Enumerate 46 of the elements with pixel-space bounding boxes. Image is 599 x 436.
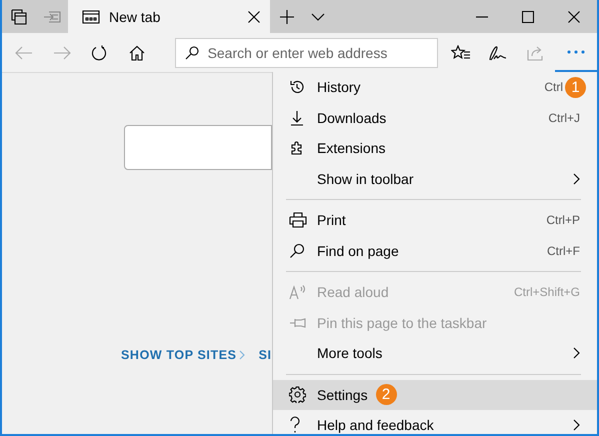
menu-item[interactable]: Help and feedback	[273, 410, 597, 436]
printer-icon	[289, 212, 307, 228]
tab-page-icon	[82, 10, 100, 24]
minimize-icon[interactable]	[476, 16, 488, 18]
menu-item[interactable]: Show in toolbar	[273, 164, 597, 194]
menu-item[interactable]: Downloads Ctrl+J	[273, 102, 597, 133]
close-icon[interactable]	[568, 10, 580, 22]
menu-item[interactable]: Settings 2	[273, 380, 597, 410]
page-link[interactable]: SHOW TOP SITES	[121, 348, 245, 362]
step-badge: 1	[565, 76, 586, 98]
read-aloud-icon	[289, 284, 307, 300]
shortcut-label: Ctrl+P	[546, 213, 580, 228]
settings-icon	[289, 386, 306, 404]
shortcut-label: Ctrl+Shift+G	[514, 285, 580, 300]
pen-icon[interactable]	[488, 44, 508, 60]
chevron-right-icon	[573, 172, 580, 185]
maximize-icon[interactable]	[522, 10, 534, 22]
shortcut-label: Ctrl	[544, 80, 563, 94]
address-field[interactable]: Search or enter web address	[174, 38, 438, 68]
chevron-right-icon	[573, 347, 580, 360]
pin-icon	[289, 316, 307, 329]
step-badge: 2	[376, 384, 397, 406]
search-icon	[184, 46, 199, 60]
menu-item[interactable]: Print Ctrl+P	[273, 205, 597, 236]
favorites-list-icon[interactable]	[450, 44, 471, 60]
chevron-down-icon[interactable]	[311, 12, 325, 20]
menu-item[interactable]: Extensions	[273, 133, 597, 164]
chevron-right-icon	[573, 419, 580, 432]
shortcut-label: Ctrl+F	[547, 244, 580, 258]
history-icon	[289, 79, 305, 96]
help-icon	[289, 416, 301, 434]
chevron-right-icon	[238, 350, 245, 360]
shortcut-label: Ctrl+J	[548, 110, 580, 125]
browser-tab[interactable]: New tab	[68, 0, 270, 33]
search-icon	[289, 242, 305, 259]
download-icon	[289, 110, 305, 126]
menu-item[interactable]: More tools	[273, 338, 597, 368]
close-icon[interactable]	[248, 10, 260, 22]
home-icon[interactable]	[129, 44, 146, 60]
tab-stack-icon[interactable]	[10, 8, 26, 24]
plus-icon[interactable]	[279, 8, 295, 24]
more-icon	[567, 50, 586, 54]
page-link[interactable]: SI	[258, 348, 272, 362]
menu-item[interactable]: Find on page Ctrl+F	[273, 236, 597, 266]
menu-item[interactable]: History Ctrl 1	[273, 72, 597, 102]
refresh-icon[interactable]	[91, 44, 108, 60]
